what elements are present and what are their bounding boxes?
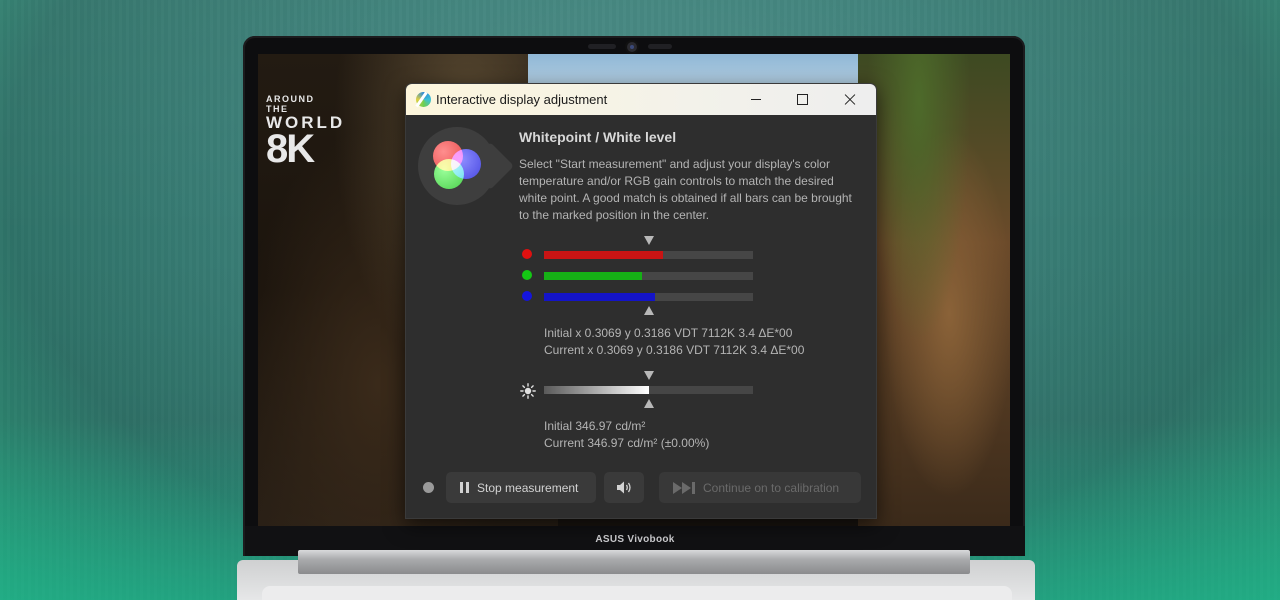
instructions-text: Select "Start measurement" and adjust yo…: [519, 157, 852, 222]
measurement-status-indicator: [423, 482, 434, 493]
stop-measurement-button[interactable]: Stop measurement: [446, 472, 596, 503]
luminance-initial: Initial 346.97 cd/m²: [544, 419, 646, 433]
sound-toggle-button[interactable]: [604, 472, 644, 503]
sun-icon: [520, 383, 536, 399]
green-channel-bar: [544, 272, 753, 280]
webcam-icon: [627, 42, 637, 52]
blue-channel-bar: [544, 293, 753, 301]
blue-channel-icon: [522, 291, 532, 301]
green-channel-fill: [544, 272, 643, 280]
blue-channel-fill: [544, 293, 655, 301]
whitepoint-current: Current x 0.3069 y 0.3186 VDT 7112K 3.4 …: [544, 343, 805, 357]
section-heading: Whitepoint / White level: [519, 129, 677, 145]
interactive-display-adjustment-dialog: Interactive display adjustment Whitepoin…: [405, 83, 877, 519]
continue-label: Continue on to calibration: [703, 481, 840, 495]
luminance-fill: [544, 386, 649, 394]
close-button[interactable]: [826, 84, 874, 115]
green-channel-icon: [522, 270, 532, 280]
window-title: Interactive display adjustment: [436, 92, 608, 107]
red-channel-fill: [544, 251, 664, 259]
webcam-sensor: [648, 44, 672, 49]
logo-line1: AROUND THE: [266, 94, 315, 114]
laptop-brand: ASUS Vivobook: [595, 534, 675, 545]
logo-line3: 8K: [266, 127, 315, 171]
maximize-button[interactable]: [778, 84, 826, 115]
pause-icon: [460, 482, 463, 493]
rgb-target-marker-top: [644, 236, 654, 245]
whitepoint-initial: Initial x 0.3069 y 0.3186 VDT 7112K 3.4 …: [544, 326, 793, 340]
skip-forward-icon: [673, 482, 695, 494]
red-channel-bar: [544, 251, 753, 259]
luminance-target-marker-bottom: [644, 399, 654, 408]
speaker-icon: [617, 481, 631, 494]
luminance-bar: [544, 386, 753, 394]
rgb-target-marker-bottom: [644, 306, 654, 315]
red-channel-icon: [522, 249, 532, 259]
rgb-dots-icon: [418, 127, 515, 205]
laptop-hinge: [298, 550, 970, 574]
title-bar[interactable]: Interactive display adjustment: [406, 84, 876, 115]
wallpaper-logo: AROUND THE WORLD 8K: [266, 94, 342, 171]
displaycal-icon: [416, 92, 431, 107]
stop-measurement-label: Stop measurement: [477, 481, 579, 495]
minimize-button[interactable]: [732, 84, 780, 115]
luminance-target-marker-top: [644, 371, 654, 380]
webcam-shutter: [588, 44, 616, 49]
continue-to-calibration-button[interactable]: Continue on to calibration: [659, 472, 861, 503]
wallpaper-cliff-right: [858, 54, 1010, 526]
laptop-deck: [262, 586, 1012, 600]
luminance-current: Current 346.97 cd/m² (±0.00%): [544, 436, 710, 450]
